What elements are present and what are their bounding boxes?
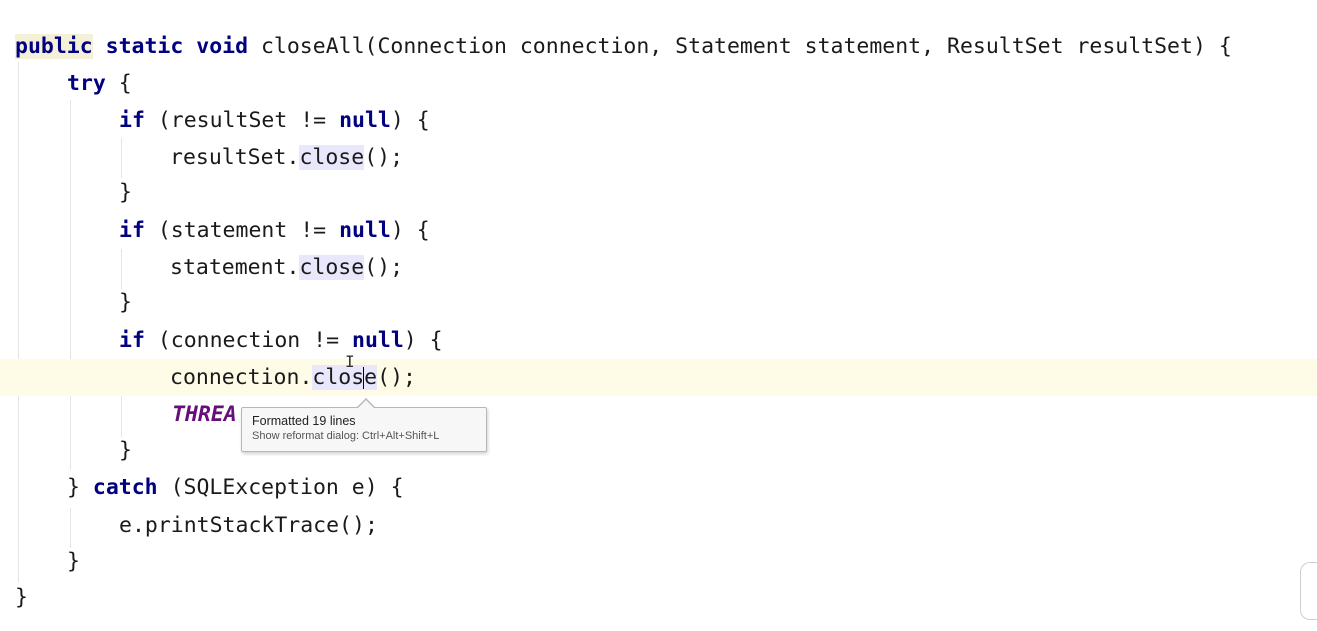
- code-line[interactable]: e.printStackTrace();: [0, 507, 1317, 544]
- line-content: statement.close();: [170, 249, 403, 286]
- code-line[interactable]: } catch (SQLException e) {: [0, 469, 1317, 506]
- code-usage-highlight: close: [299, 145, 365, 170]
- code-line[interactable]: public static void closeAll(Connection c…: [0, 28, 1317, 65]
- code-keyword: null: [352, 328, 404, 353]
- code-text: ) {: [403, 328, 443, 353]
- code-line[interactable]: try {: [0, 65, 1317, 102]
- code-keyword: if: [119, 218, 145, 243]
- line-content: }: [67, 543, 80, 580]
- code-constant: THREA: [172, 402, 237, 427]
- reformat-tooltip[interactable]: Formatted 19 lines Show reformat dialog:…: [241, 407, 487, 452]
- code-text: }: [15, 585, 28, 610]
- code-keyword: if: [119, 108, 145, 133]
- code-usage-highlight: close: [299, 255, 365, 280]
- line-content: if (connection != null) {: [119, 322, 443, 359]
- code-text: ();: [377, 365, 416, 390]
- code-line[interactable]: }: [0, 432, 1317, 469]
- line-content: } catch (SQLException e) {: [67, 469, 404, 506]
- code-keyword: void: [196, 34, 249, 59]
- code-text: statement.: [170, 255, 300, 280]
- code-line[interactable]: resultSet.close();: [0, 139, 1317, 176]
- current-code-line[interactable]: connection.close();: [0, 359, 1317, 396]
- code-keyword: public: [15, 34, 93, 59]
- code-line[interactable]: }: [0, 174, 1317, 211]
- line-content: e.printStackTrace();: [119, 507, 378, 544]
- code-text: }: [119, 290, 132, 315]
- code-text: connection.: [170, 365, 313, 390]
- code-text: ) {: [390, 108, 430, 133]
- code-text: ();: [364, 145, 404, 170]
- code-line[interactable]: }: [0, 284, 1317, 321]
- code-text: resultSet.: [170, 145, 300, 170]
- tooltip-arrow-fill: [358, 400, 374, 408]
- code-text: }: [67, 549, 80, 574]
- line-content: }: [15, 579, 28, 616]
- line-content: if (statement != null) {: [119, 212, 430, 249]
- code-text: (SQLException e) {: [157, 475, 404, 500]
- code-text: }: [119, 438, 132, 463]
- code-line[interactable]: }: [0, 543, 1317, 580]
- line-content: resultSet.close();: [170, 139, 403, 176]
- code-line[interactable]: }: [0, 579, 1317, 616]
- code-text: closeAll(Connection connection, Statemen…: [248, 34, 1232, 59]
- tooltip-hint-link[interactable]: Show reformat dialog: Ctrl+Alt+Shift+L: [252, 429, 476, 444]
- code-text: {: [105, 71, 132, 96]
- code-keyword: null: [339, 218, 391, 243]
- side-panel-toggle[interactable]: [1300, 562, 1317, 620]
- code-keyword: if: [119, 328, 145, 353]
- line-content: if (resultSet != null) {: [119, 102, 430, 139]
- tooltip-title: Formatted 19 lines: [252, 414, 356, 428]
- code-text: (statement !=: [144, 218, 340, 243]
- line-content: }: [119, 174, 132, 211]
- code-keyword: try: [67, 71, 106, 96]
- code-keyword: null: [339, 108, 391, 133]
- code-text: (connection !=: [144, 328, 352, 353]
- code-text: ();: [364, 255, 404, 280]
- code-text: }: [67, 475, 93, 500]
- code-keyword: static: [105, 34, 184, 59]
- code-usage-highlight: clos: [312, 365, 365, 390]
- code-editor[interactable]: public static void closeAll(Connection c…: [0, 0, 1317, 631]
- code-line[interactable]: if (statement != null) {: [0, 212, 1317, 249]
- code-text: e.printStackTrace();: [119, 513, 378, 538]
- line-content: public static void closeAll(Connection c…: [15, 28, 1232, 65]
- code-keyword: catch: [92, 475, 158, 500]
- code-text: }: [119, 180, 132, 205]
- code-line[interactable]: THREA: [0, 396, 1317, 433]
- code-text: ) {: [390, 218, 430, 243]
- code-line[interactable]: if (connection != null) {: [0, 322, 1317, 359]
- line-content: connection.close();: [170, 359, 416, 396]
- line-content: }: [119, 432, 132, 469]
- line-content: THREA: [172, 396, 237, 433]
- line-content: try {: [67, 65, 132, 102]
- line-content: }: [119, 284, 132, 321]
- code-line[interactable]: if (resultSet != null) {: [0, 102, 1317, 139]
- code-line[interactable]: statement.close();: [0, 249, 1317, 286]
- code-usage-highlight: e: [364, 365, 378, 390]
- text-cursor-icon: I: [345, 352, 355, 371]
- code-text: (resultSet !=: [144, 108, 340, 133]
